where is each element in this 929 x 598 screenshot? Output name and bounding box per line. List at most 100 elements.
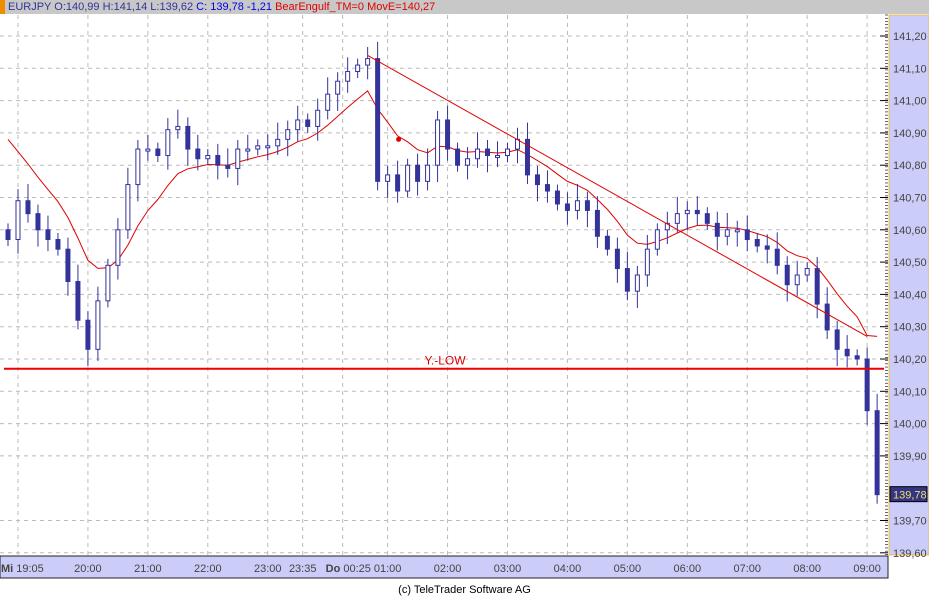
candle-body <box>195 148 201 160</box>
y-tick-label: 141,20 <box>893 31 927 43</box>
candle-body <box>395 174 401 192</box>
y-tick-label: 140,00 <box>893 419 927 431</box>
candle-body <box>684 209 690 215</box>
y-tick-label: 140,70 <box>893 193 927 205</box>
y-low-label: Y.-LOW <box>424 354 466 368</box>
candle-body <box>744 229 750 240</box>
candle-body <box>834 329 840 350</box>
y-tick-label: 140,30 <box>893 322 927 334</box>
candle-body <box>325 93 331 111</box>
y-tick-label: 140,60 <box>893 225 927 237</box>
candle-body <box>425 164 431 182</box>
candle-body <box>594 209 600 237</box>
candle-body <box>335 80 341 95</box>
candle-body <box>135 148 141 186</box>
candle-body <box>185 125 191 150</box>
candle-body <box>734 229 740 233</box>
candle-body <box>35 213 41 231</box>
candle-body <box>115 229 121 266</box>
candle-body <box>544 184 550 192</box>
candle-body <box>644 248 650 276</box>
x-tick-label: 23:35 <box>289 563 317 575</box>
candle-body <box>465 158 471 166</box>
candle-body <box>285 129 291 140</box>
candle-body <box>105 264 111 302</box>
candle-body <box>55 238 61 250</box>
candle-body <box>165 129 171 157</box>
candle-body <box>864 358 870 412</box>
candle-body <box>505 148 510 157</box>
x-tick-label: 20:00 <box>74 563 102 575</box>
candle-body <box>405 164 411 192</box>
candle-body <box>305 119 311 127</box>
candle-body <box>175 125 181 131</box>
candle-body <box>714 222 720 237</box>
candle-body <box>225 164 231 169</box>
candle-body <box>784 264 790 286</box>
y-tick-label: 140,40 <box>893 289 927 301</box>
candle-body <box>65 248 71 282</box>
candle-body <box>874 410 880 496</box>
candle-body <box>854 355 860 360</box>
x-tick-label: 08:00 <box>793 563 821 575</box>
candle-body <box>495 155 501 159</box>
y-tick-label: 140,90 <box>893 128 927 140</box>
candle-body <box>844 348 850 357</box>
candle-body <box>614 248 620 270</box>
y-tick-label: 139,90 <box>893 451 927 463</box>
candle-body <box>814 268 820 305</box>
copyright: (c) TeleTrader Software AG <box>398 584 531 596</box>
x-tick-label: Do 00:25 <box>326 563 371 575</box>
y-tick-label: 141,10 <box>893 63 927 75</box>
candle-body <box>445 119 451 150</box>
candle <box>105 258 111 308</box>
candle-body <box>315 109 321 127</box>
candle-body <box>485 148 491 157</box>
candle-body <box>365 58 371 66</box>
plot-area <box>0 15 888 555</box>
y-tick-label: 140,20 <box>893 354 927 366</box>
price-chart[interactable]: 141,20 141,10 141,00 140,90 140,80 140,70 140,… <box>0 0 929 584</box>
candle-body <box>205 155 211 160</box>
candle-body <box>345 71 351 82</box>
candle-body <box>355 64 361 73</box>
candle-body <box>25 200 31 215</box>
last-price-label: 139,78 <box>893 490 927 502</box>
candle-body <box>95 300 101 350</box>
candle-body <box>604 235 610 250</box>
candle-body <box>804 268 810 276</box>
candle-body <box>824 303 830 331</box>
candle-body <box>235 148 241 169</box>
candle-body <box>85 319 91 350</box>
x-tick-label: 23:00 <box>254 563 282 575</box>
candle-body <box>5 229 11 240</box>
candle-body <box>674 213 680 224</box>
candle-body <box>255 145 261 150</box>
candle-body <box>764 245 770 250</box>
y-tick-label: 139,60 <box>893 548 927 560</box>
candle-body <box>295 119 301 131</box>
candle-body <box>624 268 630 292</box>
candle-body <box>125 184 131 231</box>
candle-body <box>45 229 51 240</box>
x-tick-label: 21:00 <box>134 563 162 575</box>
x-tick-label: 03:00 <box>494 563 522 575</box>
candle-body <box>724 229 730 237</box>
x-tick-label: 04:00 <box>554 563 582 575</box>
candle-body <box>15 200 21 240</box>
candle-body <box>574 200 580 211</box>
y-tick-label: 139,70 <box>893 516 927 528</box>
candle-body <box>475 148 481 160</box>
candle-body <box>554 190 560 205</box>
candle-body <box>215 155 221 166</box>
candle-body <box>794 274 800 286</box>
x-tick-label: 02:00 <box>434 563 462 575</box>
y-tick-label: 140,10 <box>893 386 927 398</box>
candle-body <box>634 274 640 292</box>
candle <box>874 393 880 504</box>
candle-body <box>564 203 570 211</box>
candle-body <box>534 174 540 186</box>
candle-body <box>774 248 780 266</box>
x-tick-label: 09:00 <box>853 563 881 575</box>
candle-body <box>145 148 151 152</box>
